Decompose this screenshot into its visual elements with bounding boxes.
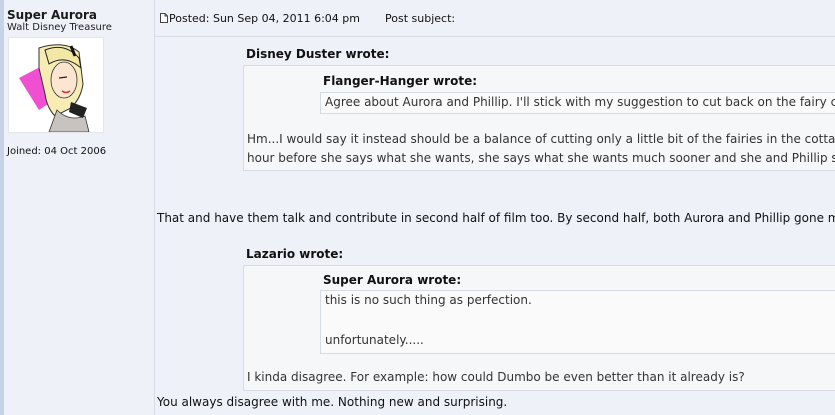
avatar (8, 37, 104, 133)
quote-box-lazario: Super Aurora wrote: this is no such thin… (243, 265, 835, 391)
reply-text-1: That and have them talk and contribute i… (157, 211, 835, 225)
quote-box-disney-duster: Flanger-Hanger wrote: Agree about Aurora… (243, 65, 835, 171)
author-username[interactable]: Super Aurora (7, 8, 97, 22)
nested-quote-line-1: this is no such thing as perfection. (325, 293, 532, 307)
author-profile-panel: Super Aurora Walt Disney Treasure Joined… (4, 0, 155, 415)
avatar-image (9, 38, 103, 132)
post-header: Posted: Sun Sep 04, 2011 6:04 pm Post su… (155, 0, 835, 37)
quote-author-super-aurora: Super Aurora wrote: (323, 273, 462, 287)
nested-quote-box-super-aurora: this is no such thing as perfection. unf… (320, 290, 835, 354)
quote-author-flanger-hanger: Flanger-Hanger wrote: (323, 74, 478, 88)
join-date: Joined: 04 Oct 2006 (7, 146, 107, 157)
post-page-icon[interactable] (160, 13, 168, 23)
nested-quote-box-flanger-hanger: Agree about Aurora and Phillip. I'll sti… (320, 92, 835, 114)
posted-timestamp: Posted: Sun Sep 04, 2011 6:04 pm (169, 12, 360, 25)
quote-author-lazario: Lazario wrote: (246, 247, 344, 261)
quote-text-lazario: I kinda disagree. For example: how could… (247, 370, 745, 384)
reply-text-2: You always disagree with me. Nothing new… (157, 395, 508, 409)
post-body: Posted: Sun Sep 04, 2011 6:04 pm Post su… (155, 0, 835, 415)
quote-text-line-1: Hm...I would say it instead should be a … (247, 132, 835, 146)
nested-quote-line-2: unfortunately..... (325, 333, 424, 347)
post-subject-label: Post subject: (385, 12, 456, 25)
quote-text-line-2: hour before she says what she wants, she… (247, 151, 835, 165)
author-rank: Walt Disney Treasure (7, 22, 112, 33)
quote-author-disney-duster: Disney Duster wrote: (246, 47, 390, 61)
nested-quote-text: Agree about Aurora and Phillip. I'll sti… (325, 95, 835, 109)
